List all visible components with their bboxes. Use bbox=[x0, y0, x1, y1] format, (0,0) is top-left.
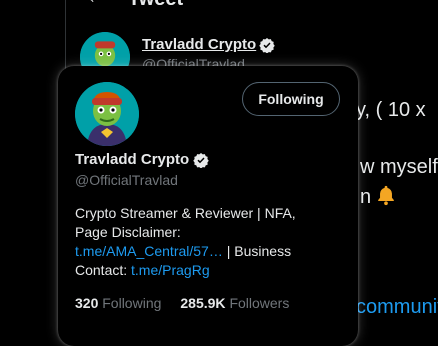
author-name-link[interactable]: Travladd Crypto bbox=[142, 36, 256, 53]
bio-line: Page Disclaimer: bbox=[75, 224, 181, 240]
hovercard-bio: Crypto Streamer & Reviewer | NFA, Page D… bbox=[75, 204, 337, 280]
hovercard-name[interactable]: Travladd Crypto bbox=[75, 151, 189, 168]
hovercard-name-row[interactable]: Travladd Crypto bbox=[75, 151, 209, 168]
tweet-text-fragment: w myself bbox=[360, 156, 438, 178]
profile-hovercard: Following Travladd Crypto @OfficialTravl… bbox=[58, 66, 358, 346]
verified-badge-icon bbox=[193, 152, 209, 168]
bio-line: t.me/AMA_Central/57… | Business bbox=[75, 243, 292, 259]
back-arrow-icon[interactable]: ← bbox=[86, 0, 106, 9]
bio-line: Crypto Streamer & Reviewer | NFA, bbox=[75, 205, 296, 221]
following-stat[interactable]: 320 Following bbox=[75, 295, 161, 311]
bio-link-contact[interactable]: t.me/PragRg bbox=[131, 262, 210, 278]
verified-badge-icon bbox=[259, 37, 275, 58]
following-button[interactable]: Following bbox=[242, 82, 340, 116]
bell-icon bbox=[378, 185, 394, 206]
tweet-hashtag-fragment[interactable]: communit bbox=[356, 296, 438, 319]
tweet-text-fragment: y, ( 10 x bbox=[356, 99, 426, 121]
page-title: Tweet bbox=[128, 0, 183, 11]
hovercard-avatar[interactable] bbox=[75, 82, 139, 146]
mascot-avatar-icon bbox=[75, 82, 139, 146]
bio-line: Contact: t.me/PragRg bbox=[75, 262, 210, 278]
hovercard-handle[interactable]: @OfficialTravlad bbox=[75, 172, 178, 188]
bio-link-ama[interactable]: t.me/AMA_Central/57… bbox=[75, 243, 223, 259]
tweet-text-fragment: n bbox=[360, 184, 397, 209]
followers-stat[interactable]: 285.9K Followers bbox=[180, 295, 289, 311]
hovercard-stats: 320 Following 285.9K Followers bbox=[75, 295, 289, 311]
